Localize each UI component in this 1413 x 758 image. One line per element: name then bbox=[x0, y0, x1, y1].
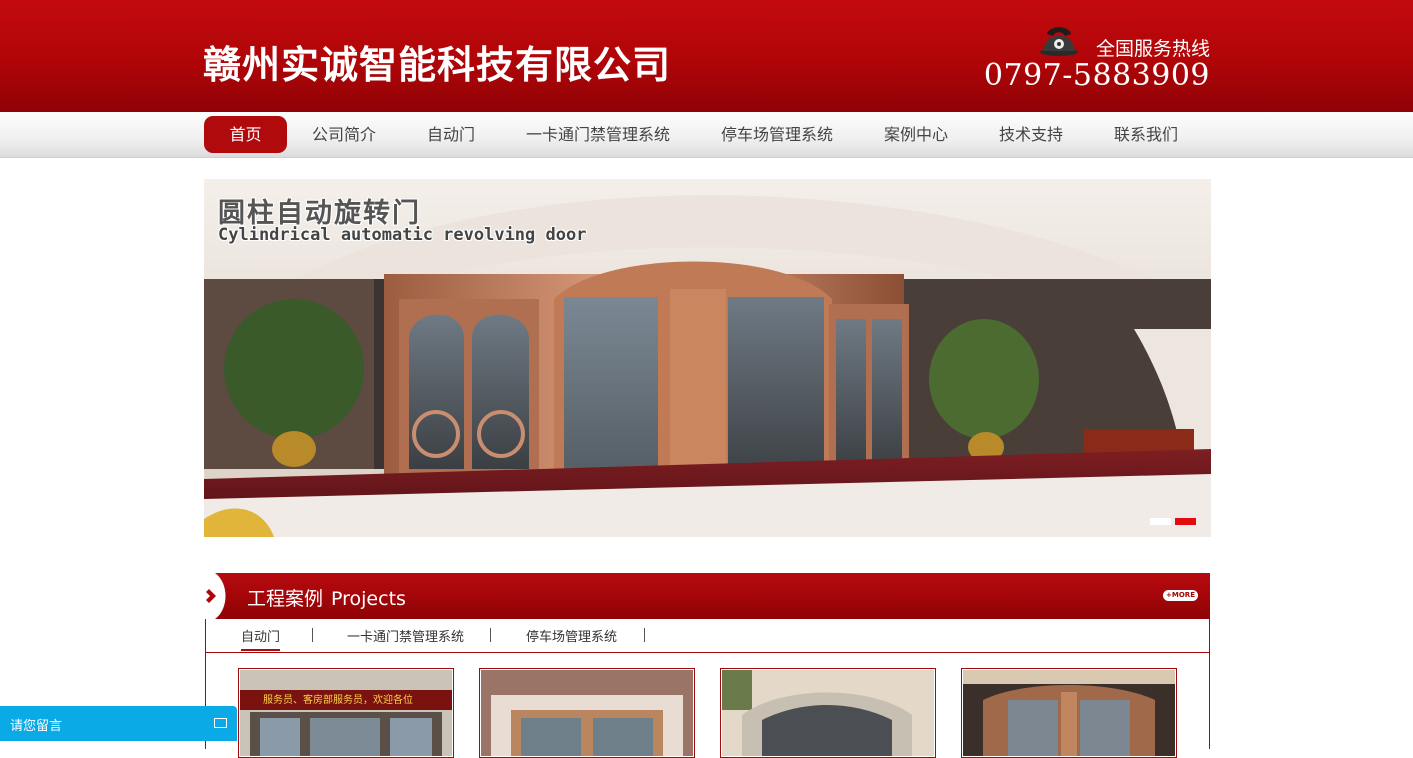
projects-title: 工程案例 Projects bbox=[247, 584, 406, 611]
projects-header: 工程案例 Projects +MORE bbox=[205, 573, 1210, 619]
nav-item-support[interactable]: 技术支持 bbox=[990, 116, 1072, 153]
banner-title-en: Cylindrical automatic revolving door bbox=[218, 225, 587, 245]
company-name[interactable]: 赣州实诚智能科技有限公司 bbox=[203, 34, 671, 89]
projects-title-cn: 工程案例 bbox=[247, 588, 324, 610]
project-thumbnail-image bbox=[481, 670, 693, 756]
site-header: 赣州实诚智能科技有限公司 全国服务热线 0797-5883909 bbox=[0, 0, 1413, 112]
nav-item-contact[interactable]: 联系我们 bbox=[1105, 116, 1187, 153]
leave-message-label: 请您留言 bbox=[10, 719, 63, 734]
nav-item-access-control[interactable]: 一卡通门禁管理系统 bbox=[517, 116, 679, 153]
leave-message-bar[interactable]: 请您留言 bbox=[0, 706, 237, 741]
slider-dot-2-active[interactable] bbox=[1175, 518, 1196, 525]
project-thumbnail-image bbox=[240, 670, 452, 756]
project-thumbnail[interactable] bbox=[720, 668, 936, 758]
project-thumbnail-image bbox=[722, 670, 934, 756]
slider-dot-1[interactable] bbox=[1150, 518, 1171, 525]
tab-access-control[interactable]: 一卡通门禁管理系统 bbox=[347, 626, 464, 645]
more-button[interactable]: +MORE bbox=[1163, 590, 1198, 601]
nav-item-automatic-door[interactable]: 自动门 bbox=[415, 116, 487, 153]
project-thumbnail[interactable]: 服务员、客房部服务员，欢迎各位 bbox=[238, 668, 454, 758]
project-thumbnail[interactable] bbox=[479, 668, 695, 758]
tab-automatic-door[interactable]: 自动门 bbox=[241, 626, 281, 651]
projects-title-en: Projects bbox=[331, 588, 406, 610]
nav-item-about[interactable]: 公司简介 bbox=[303, 116, 385, 153]
nav-item-parking[interactable]: 停车场管理系统 bbox=[711, 116, 843, 153]
tab-divider bbox=[644, 628, 645, 642]
chevron-right-icon bbox=[205, 573, 226, 619]
project-thumbnail[interactable] bbox=[961, 668, 1177, 758]
nav-item-cases[interactable]: 案例中心 bbox=[875, 116, 957, 153]
project-thumbnail-image bbox=[963, 670, 1175, 756]
projects-body: 自动门 一卡通门禁管理系统 停车场管理系统 服务员、客房部服务员，欢迎各位 bbox=[205, 619, 1210, 758]
thumbnail-caption: 服务员、客房部服务员，欢迎各位 bbox=[263, 695, 413, 706]
projects-tabs: 自动门 一卡通门禁管理系统 停车场管理系统 bbox=[206, 619, 1209, 653]
message-box-icon[interactable] bbox=[214, 718, 227, 728]
phone-icon bbox=[1040, 27, 1078, 56]
tab-divider bbox=[312, 628, 313, 642]
nav-item-home[interactable]: 首页 bbox=[204, 116, 287, 153]
hotline-label: 全国服务热线 bbox=[1095, 38, 1210, 60]
main-nav: 首页 公司简介 自动门 一卡通门禁管理系统 停车场管理系统 案例中心 技术支持 … bbox=[0, 112, 1413, 158]
hotline-number: 0797-5883909 bbox=[983, 58, 1210, 93]
banner-slider[interactable]: 圆柱自动旋转门 Cylindrical automatic revolving … bbox=[204, 179, 1211, 537]
tab-parking[interactable]: 停车场管理系统 bbox=[526, 626, 617, 645]
hotline-block: 全国服务热线 0797-5883909 bbox=[984, 22, 1210, 98]
tab-divider bbox=[490, 628, 491, 642]
